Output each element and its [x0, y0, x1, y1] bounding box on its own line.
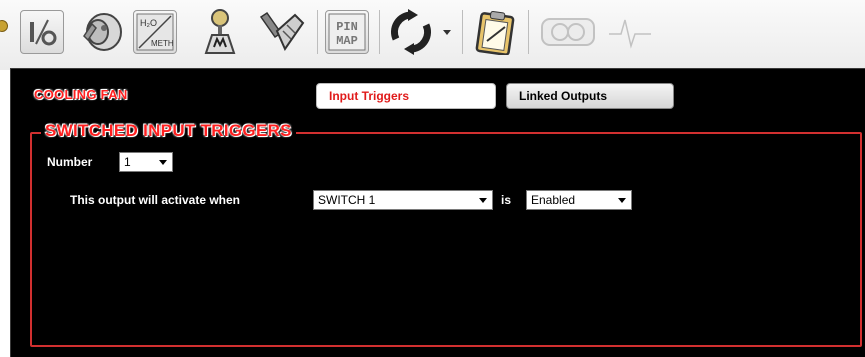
group-title: SWITCHED INPUT TRIGGERS	[41, 121, 296, 141]
cam-sensor-icon[interactable]	[76, 10, 126, 54]
waveform-icon[interactable]	[606, 10, 654, 54]
toolbar-separator	[317, 10, 318, 54]
section-title: COOLING FAN	[34, 87, 128, 102]
pedal-icon[interactable]	[256, 10, 308, 54]
toolbar: H₂O METH PIN MAP	[0, 0, 865, 70]
number-select[interactable]: 1	[119, 152, 173, 172]
switch-select[interactable]: SWITCH 1	[313, 190, 493, 210]
h2o-text: H₂O	[140, 18, 157, 28]
state-select-value: Enabled	[531, 193, 576, 207]
chevron-down-icon	[479, 198, 487, 203]
meth-text: METH	[151, 39, 174, 48]
tab-linked-outputs[interactable]: Linked Outputs	[506, 83, 674, 109]
toolbar-separator	[462, 10, 463, 54]
number-select-value: 1	[124, 155, 131, 169]
refresh-dropdown-icon[interactable]	[440, 10, 454, 54]
clipboard-icon[interactable]	[470, 10, 520, 55]
activate-label: This output will activate when	[70, 193, 241, 207]
shifter-icon[interactable]	[196, 9, 244, 54]
tab-input-triggers[interactable]: Input Triggers	[316, 83, 496, 109]
gauge-icon[interactable]	[538, 10, 598, 54]
map-text: MAP	[336, 34, 358, 48]
cooling-fan-panel: COOLING FAN Input Triggers Linked Output…	[10, 68, 865, 357]
refresh-icon[interactable]	[386, 9, 436, 55]
pin-map-icon[interactable]: PIN MAP	[325, 10, 369, 54]
state-select[interactable]: Enabled	[526, 190, 632, 210]
switch-select-value: SWITCH 1	[318, 193, 376, 207]
input-output-icon[interactable]	[20, 10, 64, 54]
chevron-down-icon	[618, 198, 626, 203]
number-label: Number	[47, 155, 93, 169]
corner-indicator-icon	[0, 20, 8, 32]
chevron-down-icon	[159, 160, 167, 165]
toolbar-separator	[528, 10, 529, 54]
water-methanol-icon[interactable]: H₂O METH	[133, 10, 177, 54]
is-label: is	[501, 193, 512, 207]
pin-text: PIN	[336, 20, 358, 34]
toolbar-separator	[379, 10, 380, 54]
